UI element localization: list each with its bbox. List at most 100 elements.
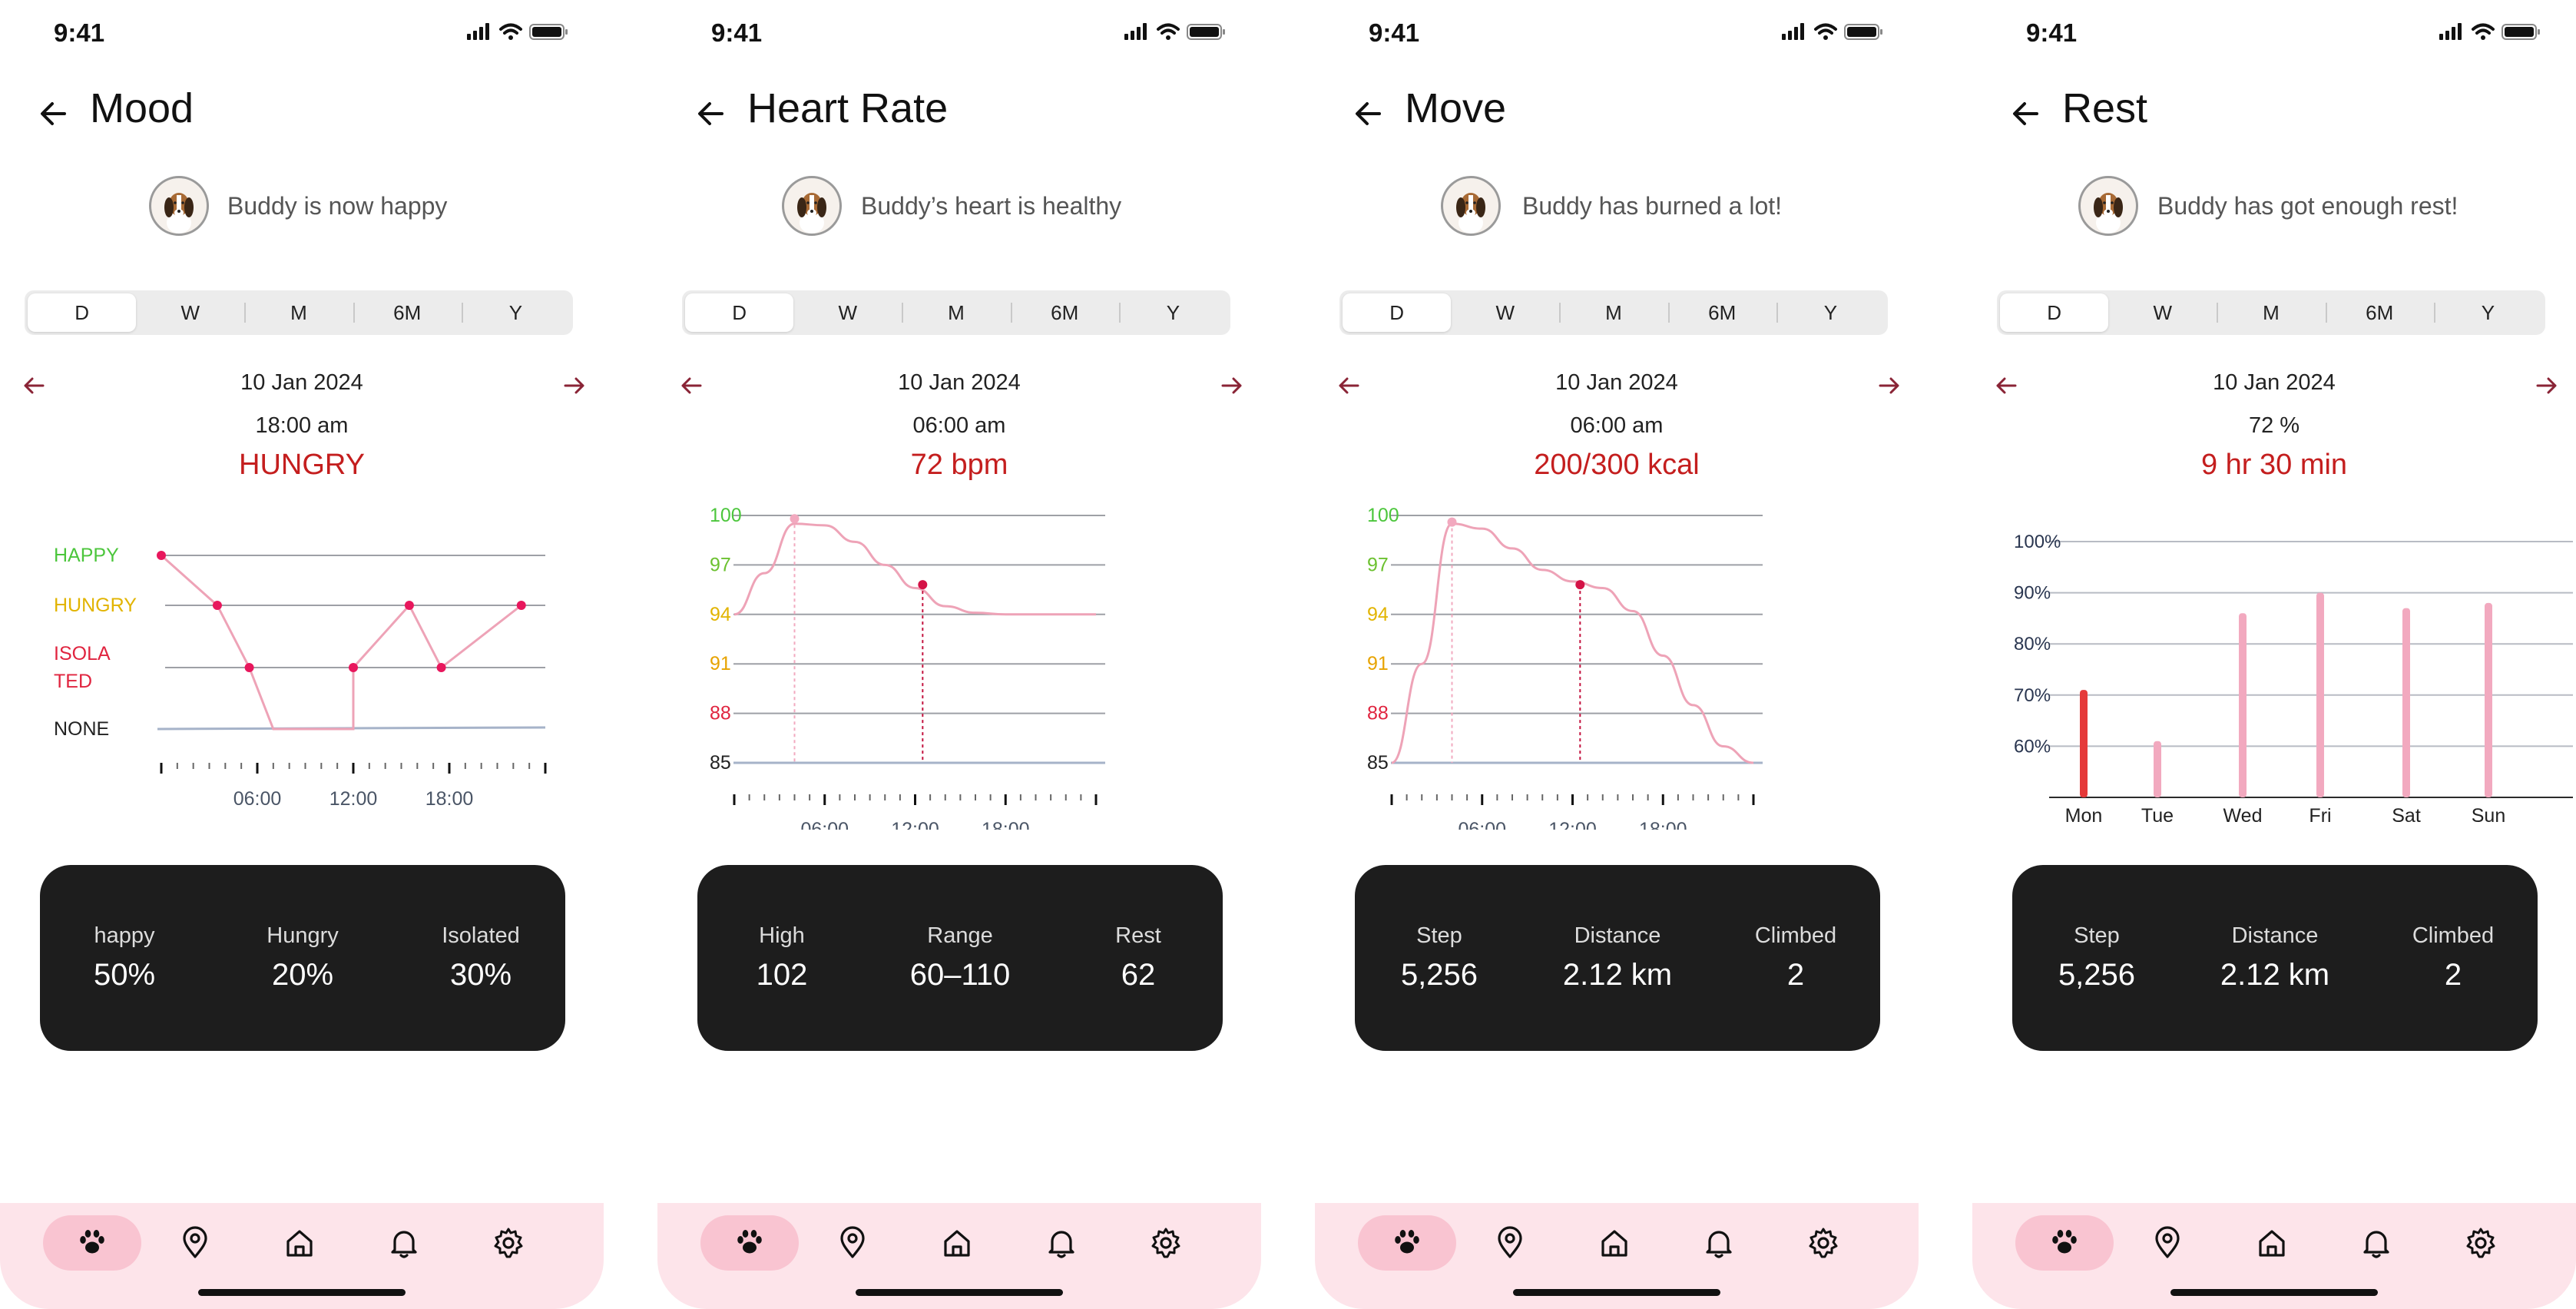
tab-d[interactable]: D xyxy=(1343,293,1452,332)
nav-pets[interactable] xyxy=(1358,1215,1456,1271)
nav-home[interactable] xyxy=(1565,1215,1664,1271)
status-time: 9:41 xyxy=(54,18,105,47)
x-tick-label: 18:00 xyxy=(982,819,1030,830)
paw-icon xyxy=(80,1230,104,1254)
bottom-navigation xyxy=(1972,1203,2576,1309)
nav-home[interactable] xyxy=(250,1215,349,1271)
tab-y[interactable]: Y xyxy=(2433,293,2542,332)
tab-m[interactable]: M xyxy=(2217,293,2325,332)
nav-settings[interactable] xyxy=(459,1215,558,1271)
y-tick-label: 88 xyxy=(710,703,731,724)
nav-location[interactable] xyxy=(803,1215,902,1271)
nav-location[interactable] xyxy=(1461,1215,1559,1271)
next-date-button[interactable] xyxy=(559,370,590,401)
time-range-tabs: D W M 6M Y xyxy=(1997,290,2545,335)
tab-y[interactable]: Y xyxy=(1118,293,1227,332)
bar-sat xyxy=(2402,608,2410,797)
status-time: 9:41 xyxy=(2026,18,2078,47)
bar-fri xyxy=(2316,592,2324,797)
tab-6m[interactable]: 6M xyxy=(1010,293,1119,332)
selected-date: 10 Jan 2024 xyxy=(240,370,363,395)
dog-avatar-icon xyxy=(164,193,194,234)
x-category-label: Wed xyxy=(2223,805,2263,827)
back-button[interactable] xyxy=(1350,95,1387,132)
tab-d[interactable]: D xyxy=(28,293,137,332)
y-tick-label: 60% xyxy=(2014,736,2051,757)
y-tick-label: 70% xyxy=(2014,685,2051,706)
arrow-right-icon xyxy=(1879,377,1899,394)
nav-settings[interactable] xyxy=(1774,1215,1872,1271)
arrow-left-icon xyxy=(698,102,723,125)
stat-step: Step 5,256 xyxy=(1355,923,1524,993)
nav-alerts[interactable] xyxy=(2327,1215,2425,1271)
nav-settings[interactable] xyxy=(1117,1215,1215,1271)
tab-w[interactable]: W xyxy=(1451,293,1559,332)
stat-value: 2 xyxy=(1786,958,1805,992)
y-tick-label: 91 xyxy=(710,653,731,674)
tab-w[interactable]: W xyxy=(793,293,902,332)
time-range-tabs: D W M 6M Y xyxy=(25,290,573,335)
time-range-tabs: D W M 6M Y xyxy=(682,290,1230,335)
location-pin-icon xyxy=(840,1226,865,1258)
stat-label: Distance xyxy=(2231,923,2319,948)
stat-label: Step xyxy=(1416,923,1462,948)
y-tick-label: 100 xyxy=(1367,505,1399,526)
nav-pets[interactable] xyxy=(700,1215,799,1271)
heart-rate-series-line xyxy=(733,522,1096,616)
summary-card: High 102 Range 60–110 Rest 62 xyxy=(697,865,1223,1051)
data-point xyxy=(157,551,166,560)
home-indicator xyxy=(856,1289,1063,1296)
tab-m[interactable]: M xyxy=(902,293,1010,332)
tab-6m[interactable]: 6M xyxy=(1667,293,1776,332)
stat-label: Climbed xyxy=(2412,923,2495,948)
nav-pets[interactable] xyxy=(43,1215,141,1271)
tab-y[interactable]: Y xyxy=(461,293,570,332)
nav-alerts[interactable] xyxy=(1012,1215,1111,1271)
arrow-right-icon xyxy=(564,377,584,394)
nav-alerts[interactable] xyxy=(1670,1215,1768,1271)
nav-home[interactable] xyxy=(908,1215,1006,1271)
next-date-button[interactable] xyxy=(1874,370,1905,401)
mood-series-line xyxy=(161,554,522,731)
tab-d[interactable]: D xyxy=(685,293,794,332)
bell-icon xyxy=(391,1231,417,1258)
summary-card: happy 50% Hungry 20% Isolated 30% xyxy=(40,865,565,1051)
tab-y[interactable]: Y xyxy=(1776,293,1885,332)
back-button[interactable] xyxy=(35,95,72,132)
selected-time: 06:00 am xyxy=(1570,413,1664,438)
dog-avatar-icon xyxy=(797,193,826,234)
back-button[interactable] xyxy=(693,95,730,132)
tab-w[interactable]: W xyxy=(2108,293,2217,332)
nav-pets[interactable] xyxy=(2015,1215,2114,1271)
nav-alerts[interactable] xyxy=(355,1215,453,1271)
tab-m[interactable]: M xyxy=(244,293,353,332)
bar-mon xyxy=(2080,690,2088,797)
stat-hungry: Hungry 20% xyxy=(218,923,387,993)
dog-avatar-icon xyxy=(1456,193,1485,234)
y-category-label: TED xyxy=(54,671,92,692)
stat-label: Distance xyxy=(1574,923,1661,948)
nav-settings[interactable] xyxy=(2432,1215,2530,1271)
tab-w[interactable]: W xyxy=(136,293,244,332)
y-tick-label: 100% xyxy=(2014,532,2061,552)
stat-isolated: Isolated 30% xyxy=(396,923,565,993)
tab-6m[interactable]: 6M xyxy=(2325,293,2434,332)
home-icon xyxy=(286,1230,313,1257)
tab-6m[interactable]: 6M xyxy=(353,293,462,332)
nav-location[interactable] xyxy=(2118,1215,2217,1271)
back-button[interactable] xyxy=(2008,95,2045,132)
x-tick-label: 18:00 xyxy=(1639,819,1687,830)
pet-avatar xyxy=(2078,176,2138,236)
x-category-label: Tue xyxy=(2141,805,2174,827)
data-point xyxy=(212,601,222,610)
tab-d[interactable]: D xyxy=(2000,293,2109,332)
nav-location[interactable] xyxy=(146,1215,244,1271)
pet-avatar xyxy=(149,176,209,236)
stat-distance: Distance 2.12 km xyxy=(2190,923,2359,993)
nav-home[interactable] xyxy=(2223,1215,2321,1271)
next-date-button[interactable] xyxy=(1217,370,1247,401)
stat-value: 102 xyxy=(756,958,808,992)
tab-m[interactable]: M xyxy=(1559,293,1667,332)
next-date-button[interactable] xyxy=(2531,370,2562,401)
stat-rest: Rest 62 xyxy=(1054,923,1223,993)
